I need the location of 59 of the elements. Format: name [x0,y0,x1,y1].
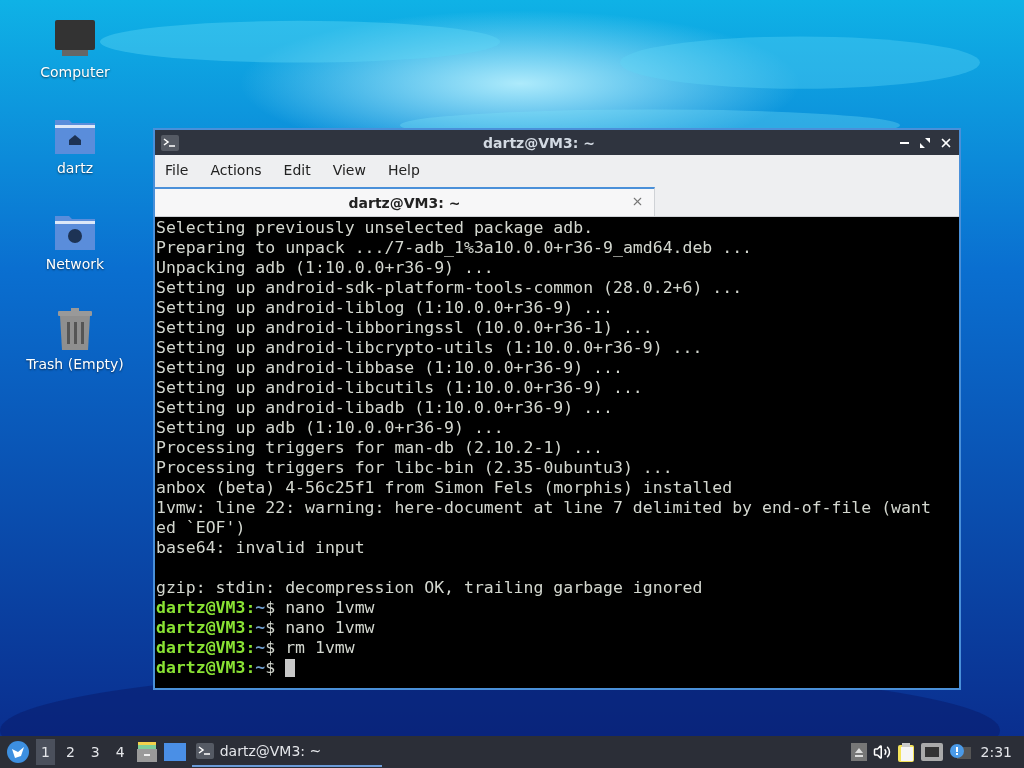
terminal-output: Setting up adb (1:10.0.0+r36-9) ... [156,418,504,438]
terminal-output: base64: invalid input [156,538,365,558]
start-menu-icon[interactable] [6,740,30,764]
terminal-icon [195,743,214,759]
terminal-output: Preparing to unpack .../7-adb_1%3a10.0.0+r36-9_amd64.deb ... [156,238,753,258]
menu-item[interactable]: File [165,158,199,182]
notification-icon[interactable] [948,743,971,761]
volume-icon[interactable] [872,743,891,761]
prompt-user: dartz@VM3: [156,658,256,678]
workspace-button[interactable]: 3 [85,739,105,765]
clipboard-icon[interactable] [896,742,915,762]
menu-item[interactable]: View [332,158,376,182]
desktop-icon-label[interactable]: dartz [56,160,94,176]
menu-item[interactable]: Help [387,158,430,182]
prompt-user: dartz@VM3: [156,618,256,638]
prompt-path: ~ [255,618,266,638]
prompt-command: $ [265,658,276,678]
terminal-output: Setting up android-libadb (1:10.0.0+r36-9) ... [156,398,613,418]
prompt-command: $ nano 1vmw [265,618,375,638]
maximize-icon[interactable] [919,136,931,149]
prompt-path: ~ [255,638,266,658]
terminal-output: Setting up android-libcrypto-utils (1:10.0.0+r36-9) ... [156,338,703,358]
terminal-output: Setting up android-liblog (1:10.0.0+r36-9) ... [156,298,613,318]
workspace-button[interactable]: 2 [60,739,80,765]
taskbar-window-button[interactable]: dartz@VM3: ~ [191,737,382,767]
prompt-path: ~ [255,598,266,618]
terminal-output: anbox (beta) 4-56c25f1 from Simon Fels (morphis) installed [156,478,733,498]
terminal-output: Processing triggers for libc-bin (2.35-0ubuntu3) ... [156,458,673,478]
terminal-output: 1vmw: line 22: warning: here-document at line 7 delimited by end-of-file (want [156,498,931,518]
prompt-user: dartz@VM3: [156,598,256,618]
menu-item[interactable]: Actions [210,158,272,182]
terminal-output: gzip: stdin: decompression OK, trailing garbage ignored [156,578,703,598]
clock[interactable]: 2:31 [980,744,1012,760]
prompt-command: $ rm 1vmw [265,638,355,658]
terminal-output: Setting up android-libcutils (1:10.0.0+r36-9) ... [156,378,643,398]
desktop-icon[interactable] [163,743,186,761]
file-cabinet-icon[interactable] [135,741,158,763]
menu-item[interactable]: Edit [283,158,321,182]
terminal-icon [161,134,179,151]
terminal-output: Processing triggers for man-db (2.10.2-1) ... [156,438,604,458]
prompt-path: ~ [255,658,266,678]
network-icon[interactable] [920,743,943,761]
prompt-user: dartz@VM3: [156,638,256,658]
window-title: dartz@VM3: ~ [482,134,596,151]
workspace-button[interactable]: 4 [110,739,130,765]
workspace-button[interactable]: 1 [36,739,55,765]
terminal-output: Setting up android-sdk-platform-tools-common (28.0.2+6) ... [156,278,743,298]
trash-icon [57,308,93,350]
terminal-tab[interactable]: dartz@VM3: ~ [155,187,655,216]
terminal-output: Setting up android-libboringssl (10.0.0+r36-1) ... [156,318,653,338]
monitor-icon [54,20,96,58]
desktop-icon-label[interactable]: Network [45,256,105,272]
terminal-output: Unpacking adb (1:10.0.0+r36-9) ... [156,258,494,278]
eject-icon[interactable] [850,743,867,761]
desktop-icon-label[interactable]: Trash (Empty) [26,356,124,372]
terminal-output: ed `EOF') [156,518,246,538]
terminal-output: Selecting previously unselected package adb. [156,218,594,238]
prompt-command: $ nano 1vmw [265,598,375,618]
terminal-output: Setting up android-libbase (1:10.0.0+r36-9) ... [156,358,623,378]
